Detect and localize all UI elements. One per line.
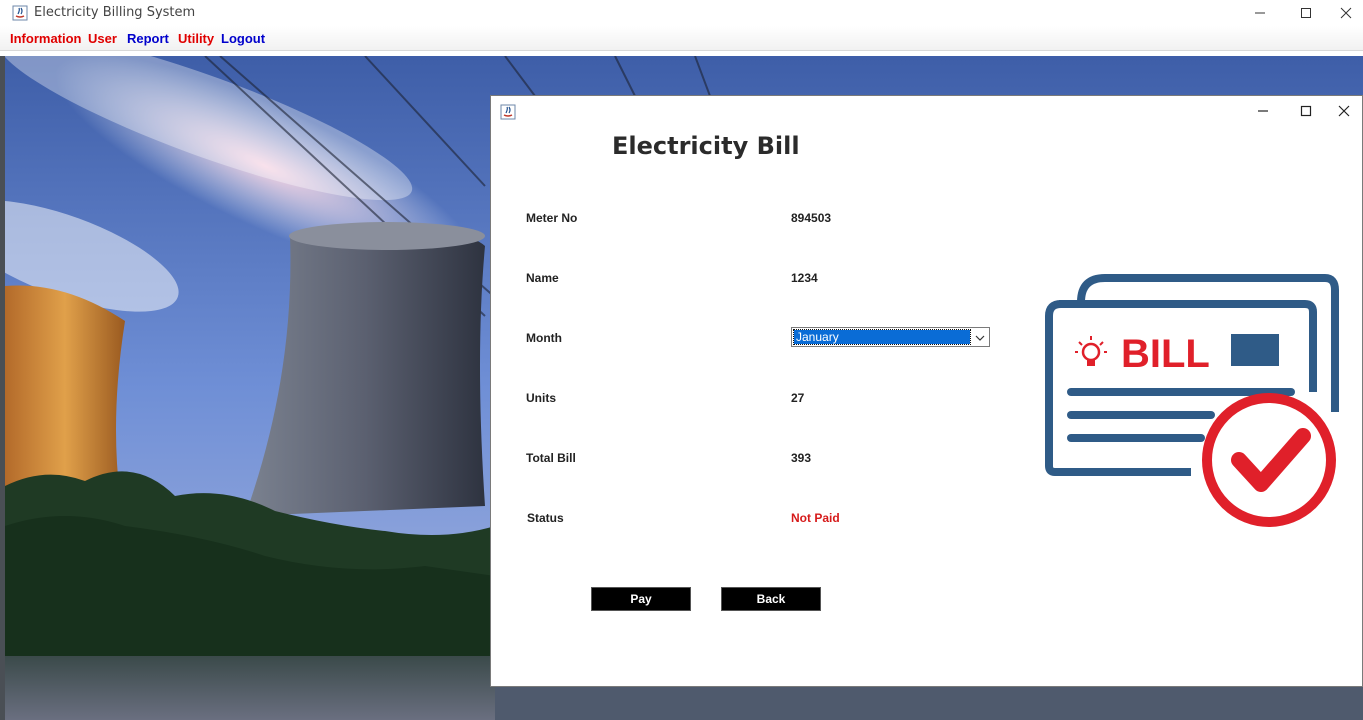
name-label: Name — [526, 271, 559, 285]
status-value: Not Paid — [791, 511, 840, 525]
units-label: Units — [526, 391, 556, 405]
window-title: Electricity Billing System — [34, 5, 196, 20]
maximize-icon — [1301, 8, 1311, 18]
dialog-minimize-button[interactable] — [1243, 100, 1283, 122]
units-value: 27 — [791, 391, 805, 405]
menu-report[interactable]: Report — [127, 31, 169, 46]
bill-text: BILL — [1121, 332, 1210, 376]
menu-information[interactable]: Information — [10, 31, 82, 46]
minimize-button[interactable] — [1237, 0, 1283, 26]
java-app-icon — [500, 104, 516, 120]
total-bill-value: 393 — [791, 451, 812, 465]
lightbulb-icon — [1075, 336, 1107, 366]
meter-no-value: 894503 — [791, 211, 832, 225]
status-label: Status — [527, 511, 564, 525]
menu-user[interactable]: User — [88, 31, 117, 46]
minimize-icon — [1258, 110, 1268, 112]
back-button[interactable]: Back — [721, 587, 821, 611]
chevron-down-icon — [975, 335, 985, 341]
maximize-button[interactable] — [1283, 0, 1329, 26]
main-titlebar: Electricity Billing System — [0, 0, 1363, 26]
dialog-close-button[interactable] — [1327, 100, 1361, 122]
dialog-maximize-button[interactable] — [1286, 100, 1326, 122]
bill-check-icon: BILL — [1041, 272, 1341, 532]
total-bill-label: Total Bill — [526, 451, 576, 465]
month-label: Month — [526, 331, 562, 345]
minimize-icon — [1255, 12, 1265, 14]
meter-no-label: Meter No — [526, 211, 578, 225]
month-selected-value: January — [793, 329, 971, 345]
name-value: 1234 — [791, 271, 818, 285]
dialog-heading: Electricity Bill — [612, 132, 800, 160]
java-app-icon — [12, 5, 28, 21]
maximize-icon — [1300, 105, 1312, 117]
pay-button[interactable]: Pay — [591, 587, 691, 611]
close-icon — [1338, 105, 1350, 117]
close-button[interactable] — [1329, 0, 1363, 26]
bill-dialog: Electricity Bill Meter No 894503 Name 12… — [490, 95, 1363, 687]
menu-utility[interactable]: Utility — [178, 31, 214, 46]
month-dropdown[interactable]: January — [791, 327, 990, 347]
menu-logout[interactable]: Logout — [221, 31, 265, 46]
menu-bar: Information User Report Utility Logout — [0, 26, 1363, 51]
close-icon — [1340, 7, 1352, 19]
